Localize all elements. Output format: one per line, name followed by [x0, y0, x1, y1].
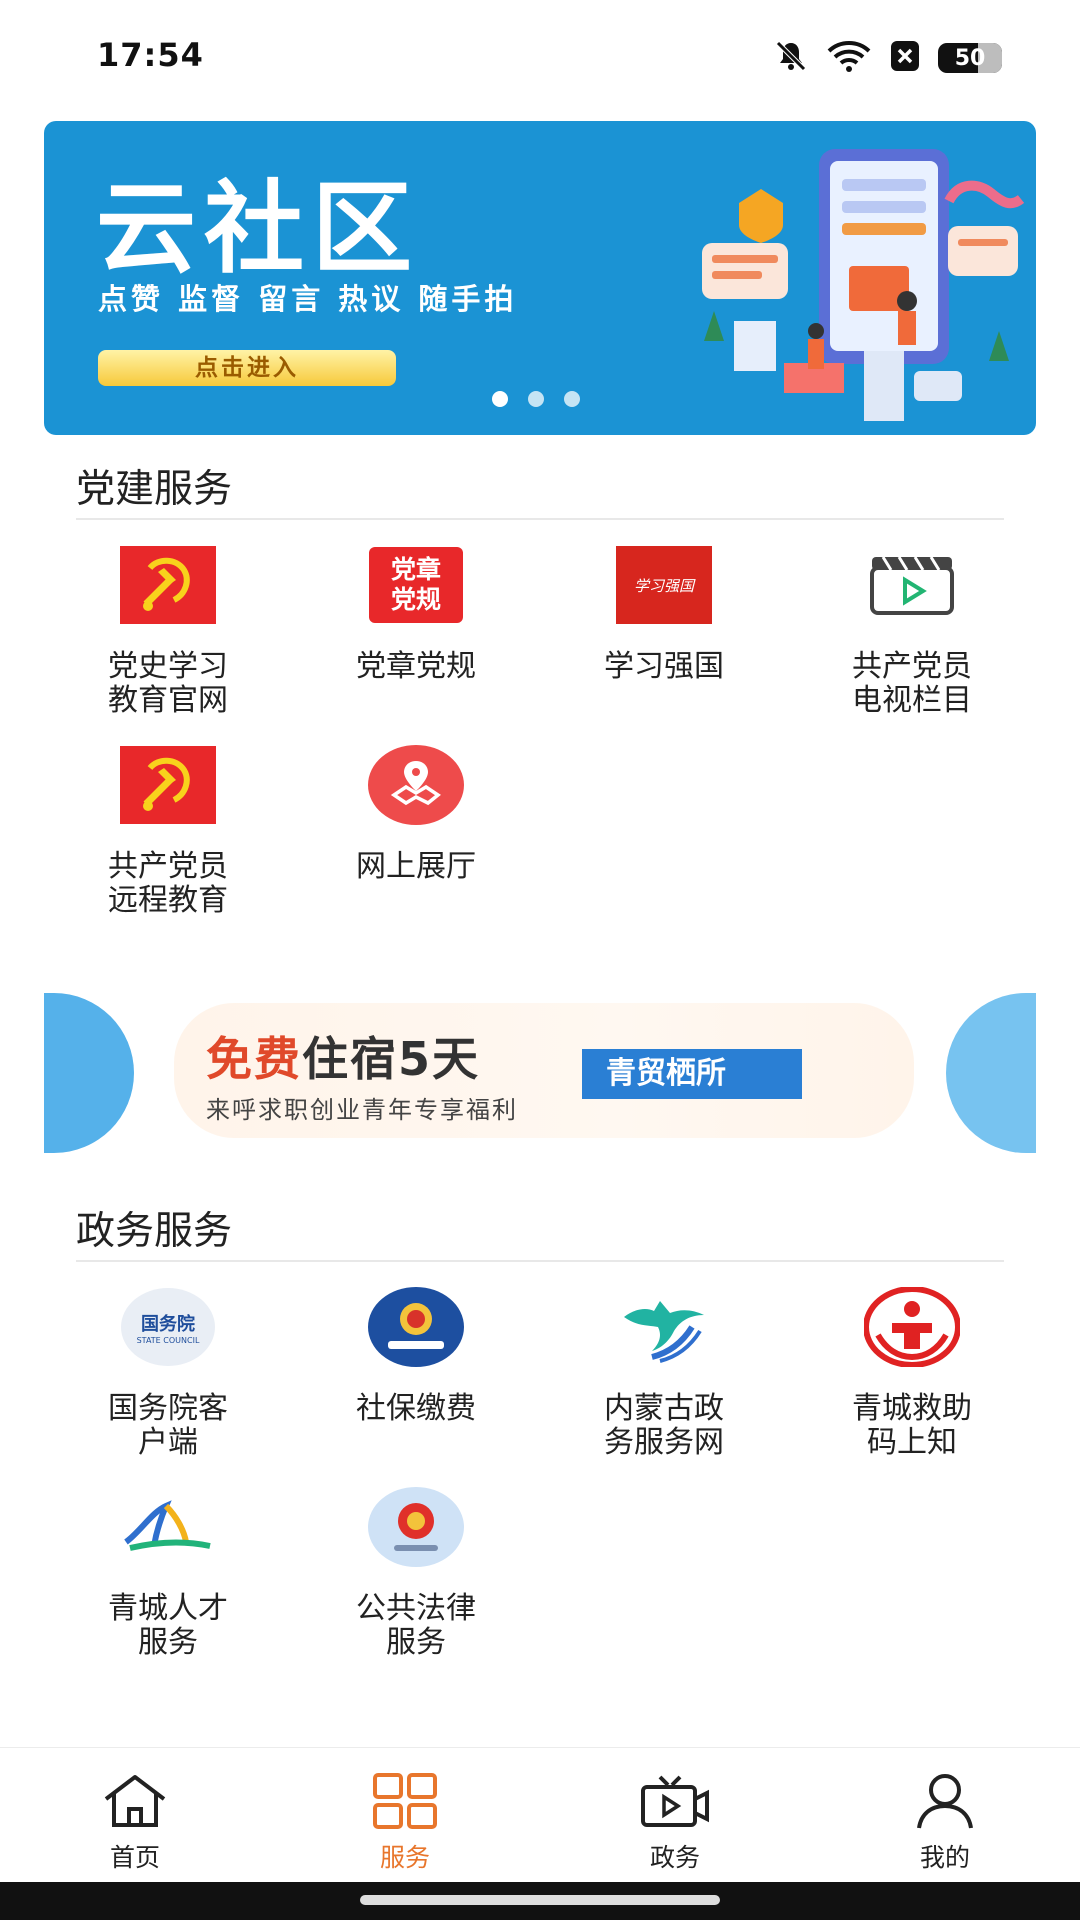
service-label-line: 网上展厅	[356, 849, 476, 884]
talent-logo-icon	[119, 1487, 217, 1567]
service-label-line: 内蒙古政	[604, 1391, 724, 1426]
tab-label: 我的	[919, 1843, 970, 1872]
banner-enter-button[interactable]: 点击进入	[98, 350, 396, 386]
relief-logo-icon	[863, 1287, 961, 1367]
map-pin-icon	[367, 745, 465, 825]
grid-icon	[270, 1766, 540, 1836]
xuexi-qiangguo-icon: 学习强国	[615, 545, 713, 625]
promo-headline-accent: 免费	[206, 1032, 302, 1086]
section-divider	[76, 518, 1004, 520]
service-label-line: 青城人才	[108, 1591, 228, 1626]
service-label-line: 共产党员	[108, 849, 228, 884]
service-label-line: 学习强国	[604, 649, 724, 684]
service-item-public-legal[interactable]: 公共法律 服务	[292, 1487, 540, 1660]
service-label-line: 服务	[386, 1625, 446, 1660]
status-bar: 17:54 50	[0, 0, 1080, 110]
banner-title: 云社区	[96, 170, 420, 287]
service-item-party-tv[interactable]: 共产党员 电视栏目	[788, 545, 1036, 718]
service-item-online-exhibition[interactable]: 网上展厅	[292, 745, 540, 884]
icon-text: 党章	[390, 555, 441, 584]
sim-off-icon	[890, 39, 920, 77]
banner-dot[interactable]	[528, 391, 544, 407]
home-icon	[0, 1766, 270, 1836]
banner-subtitle: 点赞 监督 留言 热议 随手拍	[98, 282, 518, 316]
icon-text: STATE COUNCIL	[136, 1335, 200, 1345]
service-label-line: 电视栏目	[852, 683, 972, 718]
top-banner[interactable]: 云社区 点赞 监督 留言 热议 随手拍 点击进入	[44, 121, 1036, 435]
service-item-state-council[interactable]: 国务院 STATE COUNCIL 国务院客 户端	[44, 1287, 292, 1460]
home-indicator[interactable]	[360, 1895, 720, 1905]
service-label-line: 国务院客	[108, 1391, 228, 1426]
service-label-line: 共产党员	[852, 649, 972, 684]
phone-illustration-icon	[684, 149, 1024, 431]
service-item-xuexi-qiangguo[interactable]: 学习强国 学习强国	[540, 545, 788, 684]
promo-banner[interactable]: 免费住宿5天 来呼求职创业青年专享福利 青贸栖所	[44, 993, 1036, 1153]
service-label-line: 远程教育	[108, 883, 228, 918]
video-clapboard-icon	[863, 545, 961, 625]
promo-headline-rest: 住宿5天	[302, 1032, 481, 1086]
battery-icon: 50	[938, 43, 1002, 73]
service-label-line: 党史学习	[108, 649, 228, 684]
promo-left-decoration	[44, 993, 134, 1153]
service-label-line: 务服务网	[604, 1425, 724, 1460]
service-item-party-constitution[interactable]: 党章 党规 党章党规	[292, 545, 540, 684]
party-constitution-icon: 党章 党规	[367, 545, 465, 625]
banner-dot[interactable]	[564, 391, 580, 407]
gov-section-title: 政务服务	[76, 1209, 233, 1254]
banner-pagination[interactable]	[492, 391, 580, 407]
service-item-talent-service[interactable]: 青城人才 服务	[44, 1487, 292, 1660]
icon-text: 学习强国	[633, 576, 694, 595]
service-item-party-history[interactable]: 党史学习 教育官网	[44, 545, 292, 718]
tab-mine[interactable]: 我的	[810, 1748, 1080, 1883]
service-label-line: 党章党规	[356, 649, 476, 684]
service-label-line: 青城救助	[852, 1391, 972, 1426]
gesture-bar	[0, 1882, 1080, 1920]
service-label-line: 教育官网	[108, 683, 228, 718]
tax-emblem-icon	[367, 1287, 465, 1367]
service-item-remote-education[interactable]: 共产党员 远程教育	[44, 745, 292, 918]
legal-emblem-icon	[367, 1487, 465, 1567]
tab-government[interactable]: 政务	[540, 1748, 810, 1883]
service-label-line: 社保缴费	[356, 1391, 476, 1426]
party-section-title: 党建服务	[76, 467, 233, 512]
service-label-line: 公共法律	[356, 1591, 476, 1626]
promo-headline: 免费住宿5天	[206, 1023, 480, 1089]
icon-text: 党规	[390, 585, 441, 614]
tv-icon	[540, 1766, 810, 1836]
tab-label: 首页	[109, 1843, 160, 1872]
status-time: 17:54	[97, 36, 204, 74]
banner-dot[interactable]	[492, 391, 508, 407]
service-item-social-security[interactable]: 社保缴费	[292, 1287, 540, 1426]
promo-right-decoration	[946, 993, 1036, 1153]
icon-text: 国务院	[141, 1313, 195, 1335]
promo-subline: 来呼求职创业青年专享福利	[206, 1096, 518, 1124]
tab-home[interactable]: 首页	[0, 1748, 270, 1883]
tab-services[interactable]: 服务	[270, 1748, 540, 1883]
bottom-nav: 首页 服务 政务 我的	[0, 1747, 1080, 1883]
state-council-icon: 国务院 STATE COUNCIL	[119, 1287, 217, 1367]
service-item-inner-mongolia-gov[interactable]: 内蒙古政 务服务网	[540, 1287, 788, 1460]
service-item-relief-code[interactable]: 青城救助 码上知	[788, 1287, 1036, 1460]
section-divider	[76, 1260, 1004, 1262]
tab-label: 服务	[379, 1843, 430, 1872]
mute-icon	[774, 39, 808, 77]
promo-tag: 青贸栖所	[582, 1049, 802, 1099]
wifi-icon	[826, 39, 872, 77]
service-label-line: 服务	[138, 1625, 198, 1660]
horse-logo-icon	[615, 1287, 713, 1367]
party-flag-icon	[119, 545, 217, 625]
service-label-line: 码上知	[867, 1425, 957, 1460]
battery-level: 50	[954, 45, 986, 71]
service-label-line: 户端	[138, 1425, 198, 1460]
user-icon	[810, 1766, 1080, 1836]
party-flag-icon	[119, 745, 217, 825]
tab-label: 政务	[649, 1843, 700, 1872]
